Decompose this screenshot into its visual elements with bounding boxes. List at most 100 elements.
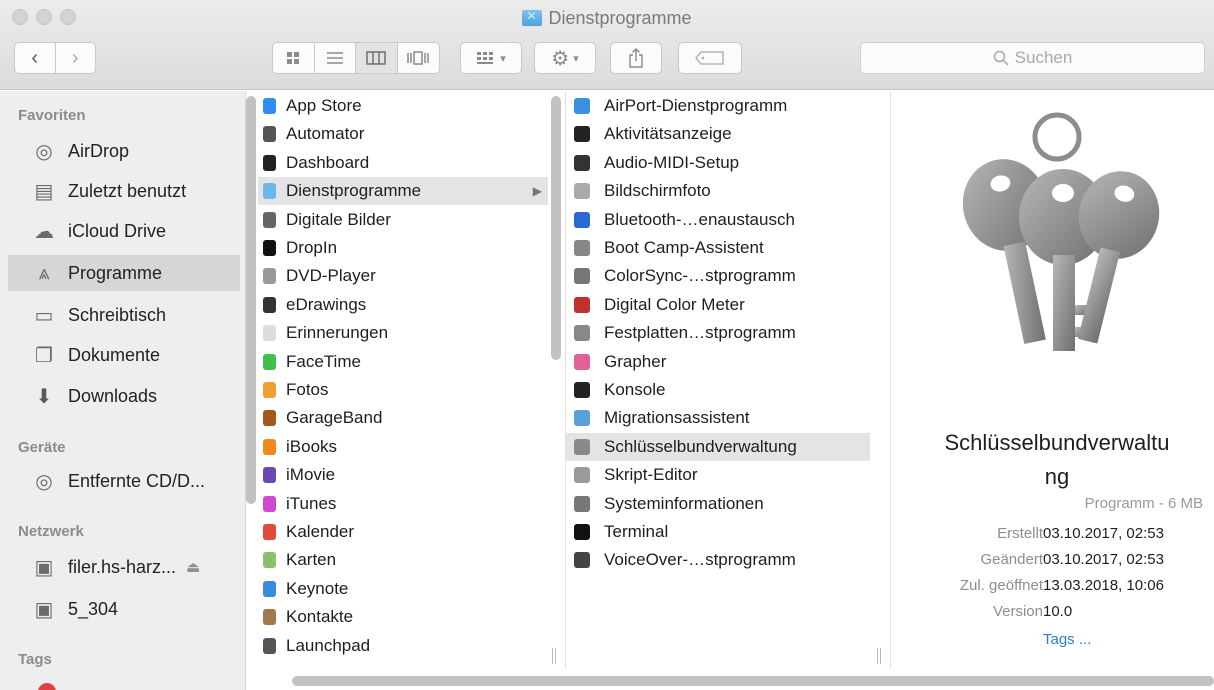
utilities-item-label: Bluetooth-…enaustausch: [604, 209, 795, 229]
forward-button[interactable]: ›: [56, 43, 96, 73]
utilities-item-migrationsassistent[interactable]: Migrationsassistent: [566, 404, 870, 432]
disclosure-arrow-icon: ▶: [532, 184, 542, 199]
search-icon: [993, 50, 1009, 66]
utilities-item-terminal[interactable]: Terminal: [566, 518, 870, 546]
applications-item-dropin[interactable]: DropIn: [258, 234, 548, 262]
applications-item-label: Fotos: [286, 380, 329, 399]
recents-icon: ▤: [34, 180, 54, 203]
utilities-item-konsole[interactable]: Konsole: [566, 376, 870, 404]
back-button[interactable]: ‹: [15, 43, 56, 73]
launchpad-app-icon: [263, 637, 276, 654]
view-mode-control: [272, 42, 440, 74]
applications-item-kontakte[interactable]: Kontakte: [258, 603, 548, 631]
utilities-item-schlüsselbundverwaltung[interactable]: Schlüsselbundverwaltung: [566, 432, 870, 461]
applications-item-ibooks[interactable]: iBooks: [258, 433, 548, 461]
applications-item-karten[interactable]: Karten: [258, 546, 548, 574]
chevron-down-icon: ▾: [573, 52, 579, 65]
applications-column: App Store Automator Dashboard Dienstprogram…: [258, 91, 548, 669]
applications-item-app-store[interactable]: App Store: [258, 92, 548, 120]
meta-version-value: 10.0: [1043, 603, 1073, 620]
sidebar-item-airdrop[interactable]: ◎ AirDrop: [8, 133, 240, 169]
sidebar-item-documents[interactable]: ❐ Dokumente: [8, 337, 240, 373]
applications-item-label: iBooks: [286, 436, 338, 456]
icon-view-button[interactable]: [273, 43, 315, 73]
utilities-item-label: Schlüsselbundverwaltung: [604, 436, 797, 456]
applications-item-facetime[interactable]: FaceTime: [258, 348, 548, 376]
preview-kind-size: Programm - 6 MB: [1084, 495, 1203, 512]
sidebar-section-tags: Tags: [18, 651, 52, 668]
arrange-button[interactable]: ▾: [460, 42, 522, 74]
sidebar-item-icloud-drive[interactable]: ☁ iCloud Drive: [8, 213, 240, 249]
applications-item-automator[interactable]: Automator: [258, 120, 548, 148]
applications-item-itunes[interactable]: iTunes: [258, 490, 548, 518]
utilities-item-aktivitätsanzeige[interactable]: Aktivitätsanzeige: [566, 120, 870, 148]
meta-last-opened-label: Zul. geöffnet: [959, 577, 1043, 594]
red-tag-dot[interactable]: [38, 683, 56, 690]
applications-item-dienstprogramme[interactable]: Dienstprogramme ▶: [258, 177, 548, 206]
coverflow-view-button[interactable]: [398, 43, 439, 73]
sidebar-item-recents[interactable]: ▤ Zuletzt benutzt: [8, 173, 240, 209]
utilities-item-airport-dienstprogramm[interactable]: AirPort-Dienstprogramm: [566, 92, 870, 120]
column-resize-handle[interactable]: [552, 648, 556, 664]
automator-app-icon: [263, 126, 276, 143]
sidebar-item-downloads[interactable]: ⬇ Downloads: [8, 378, 240, 414]
utilities-item-bluetooth-enaustausch[interactable]: Bluetooth-…enaustausch: [566, 206, 870, 234]
utilities-item-digital-color-meter[interactable]: Digital Color Meter: [566, 291, 870, 319]
utilities-item-colorsync-stprogramm[interactable]: ColorSync-…stprogramm: [566, 262, 870, 290]
sidebar-item-desktop[interactable]: ▭ Schreibtisch: [8, 297, 240, 333]
search-field[interactable]: Suchen: [860, 42, 1205, 74]
sidebar-item-applications[interactable]: ⩓ Programme: [8, 255, 240, 291]
desktop-icon: ▭: [34, 304, 54, 327]
applications-item-digitale-bilder[interactable]: Digitale Bilder: [258, 206, 548, 234]
sidebar-item-filer[interactable]: ▣ filer.hs-harz... ⏏: [8, 549, 240, 585]
utilities-item-festplatten-stprogramm[interactable]: Festplatten…stprogramm: [566, 319, 870, 347]
bildschirmfoto-app-icon: [574, 183, 590, 200]
applications-item-garageband[interactable]: GarageBand: [258, 404, 548, 432]
utilities-item-systeminformationen[interactable]: Systeminformationen: [566, 490, 870, 518]
garageband-app-icon: [263, 410, 276, 427]
sidebar-item-remote-disc[interactable]: ◎ Entfernte CD/D...: [8, 463, 240, 499]
skript-editor-app-icon: [574, 467, 590, 484]
utilities-item-label: Digital Color Meter: [604, 294, 745, 314]
horizontal-scrollbar[interactable]: [292, 676, 1214, 686]
utilities-item-grapher[interactable]: Grapher: [566, 348, 870, 376]
applications-item-dashboard[interactable]: Dashboard: [258, 149, 548, 177]
applications-item-label: Dashboard: [286, 152, 370, 172]
sidebar-item-label: Zuletzt benutzt: [68, 180, 187, 201]
applications-item-imovie[interactable]: iMovie: [258, 461, 548, 489]
utilities-item-bildschirmfoto[interactable]: Bildschirmfoto: [566, 177, 870, 205]
tags-link[interactable]: Tags ...: [1043, 631, 1091, 648]
sidebar-section-favorites: Favoriten: [18, 107, 86, 124]
applications-item-label: Digitale Bilder: [286, 209, 391, 229]
keynote-app-icon: [263, 580, 276, 597]
utilities-item-skript-editor[interactable]: Skript-Editor: [566, 461, 870, 489]
utilities-item-voiceover-stprogramm[interactable]: VoiceOver-…stprogramm: [566, 546, 870, 574]
applications-item-keynote[interactable]: Keynote: [258, 575, 548, 603]
column-view-button[interactable]: [356, 43, 398, 73]
kalender-app-icon: [263, 524, 276, 540]
app-store-app-icon: [263, 98, 276, 114]
applications-item-label: Dienstprogramme: [286, 181, 422, 201]
applications-item-kalender[interactable]: Kalender: [258, 518, 548, 546]
computer-icon: ▣: [34, 598, 54, 621]
applications-column-scrollbar[interactable]: [551, 96, 561, 360]
eject-icon[interactable]: ⏏: [186, 558, 200, 576]
applications-item-edrawings[interactable]: eDrawings: [258, 291, 548, 319]
action-menu-button[interactable]: ⚙ ▾: [534, 42, 596, 74]
applications-item-launchpad[interactable]: Launchpad: [258, 632, 548, 660]
share-button[interactable]: [610, 42, 662, 74]
applications-item-dvd-player[interactable]: DVD-Player: [258, 262, 548, 290]
meta-version: Version 10.0: [891, 603, 1214, 625]
applications-item-erinnerungen[interactable]: Erinnerungen: [258, 319, 548, 347]
list-view-button[interactable]: [315, 43, 356, 73]
sidebar-item-5-304[interactable]: ▣ 5_304: [8, 591, 240, 627]
utilities-item-audio-midi-setup[interactable]: Audio-MIDI-Setup: [566, 149, 870, 177]
tag-button[interactable]: [678, 42, 742, 74]
column-view-icon: [366, 51, 386, 65]
aktivitätsanzeige-app-icon: [574, 126, 590, 143]
utilities-item-boot-camp-assistent[interactable]: Boot Camp-Assistent: [566, 234, 870, 262]
column-resize-handle[interactable]: [877, 648, 881, 664]
meta-created: Erstellt 03.10.2017, 02:53: [891, 525, 1214, 547]
applications-item-fotos[interactable]: Fotos: [258, 376, 548, 404]
sidebar-scrollbar[interactable]: [246, 96, 256, 504]
